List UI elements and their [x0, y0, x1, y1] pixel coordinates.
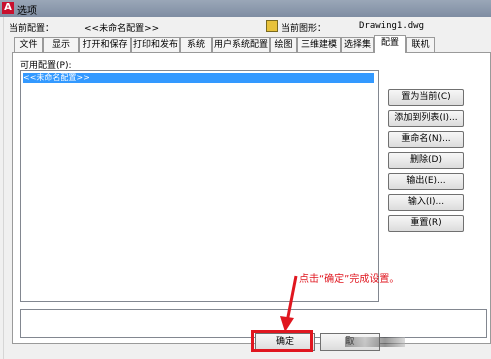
tab-files[interactable]: 文件: [14, 37, 43, 52]
import-button[interactable]: 输入(I)...: [388, 194, 464, 211]
tab-user-preferences[interactable]: 用户系统配置: [212, 37, 270, 52]
tab-system[interactable]: 系统: [180, 37, 212, 52]
tab-3d-modeling[interactable]: 三维建模: [297, 37, 341, 52]
tab-online[interactable]: 联机: [406, 37, 435, 52]
blurred-area: [345, 337, 405, 347]
title-bar: A 选项: [0, 0, 491, 17]
current-profile-label: 当前配置：: [9, 24, 55, 34]
tab-selection[interactable]: 选择集: [341, 37, 374, 52]
ok-highlight-box: [251, 330, 313, 352]
profiles-list[interactable]: <<未命名配置>>: [20, 70, 379, 302]
current-drawing-label: 当前图形：: [281, 24, 327, 34]
window-title: 选项: [17, 6, 37, 17]
add-to-list-button[interactable]: 添加到列表(I)...: [388, 110, 464, 127]
options-dialog: 当前配置： <<未命名配置>> 当前图形： Drawing1.dwg 文件 显示…: [3, 17, 491, 359]
tab-open-save[interactable]: 打开和保存: [79, 37, 131, 52]
profiles-panel: 可用配置(P): <<未命名配置>> 置为当前(C) 添加到列表(I)... 重…: [12, 52, 491, 344]
rename-button[interactable]: 重命名(N)...: [388, 131, 464, 148]
current-profile-value: <<未命名配置>>: [84, 24, 160, 34]
current-drawing-value: Drawing1.dwg: [359, 21, 425, 31]
tab-drafting[interactable]: 绘图: [270, 37, 297, 52]
list-item[interactable]: <<未命名配置>>: [23, 73, 374, 83]
set-current-button[interactable]: 置为当前(C): [388, 89, 464, 106]
app-icon: A: [2, 2, 14, 14]
tab-profiles[interactable]: 配置: [374, 35, 406, 53]
reset-button[interactable]: 重置(R): [388, 215, 464, 232]
drawing-icon: [266, 20, 278, 32]
annotation-text: 点击“确定”完成设置。: [299, 274, 400, 285]
tab-display[interactable]: 显示: [43, 37, 79, 52]
export-button[interactable]: 输出(E)...: [388, 173, 464, 190]
tab-plot-publish[interactable]: 打印和发布: [131, 37, 180, 52]
delete-button[interactable]: 删除(D): [388, 152, 464, 169]
